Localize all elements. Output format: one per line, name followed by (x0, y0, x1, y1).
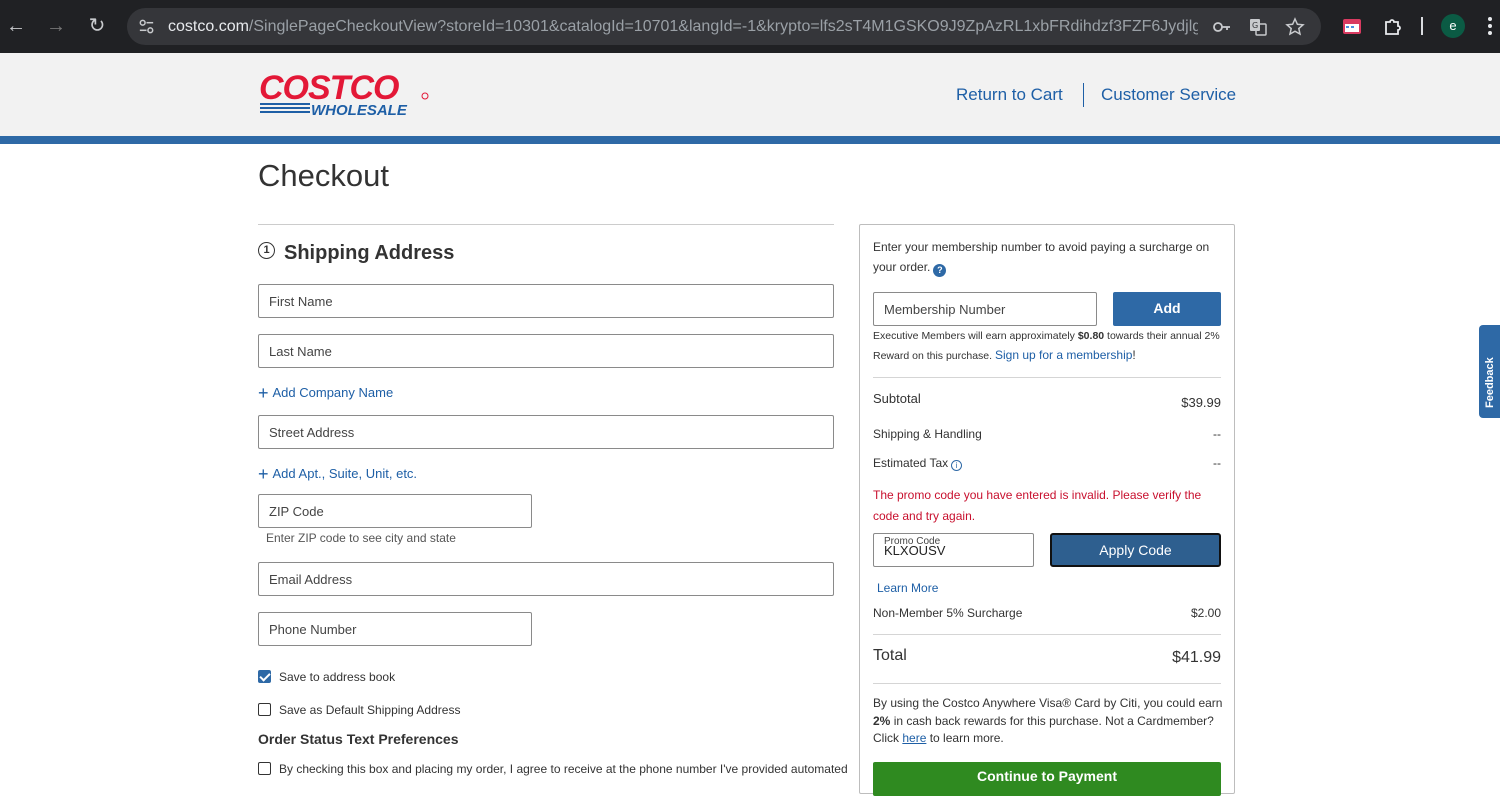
forward-icon[interactable]: → (43, 13, 69, 39)
promo-code-value[interactable]: KLXOUSV (884, 543, 945, 558)
profile-avatar[interactable]: e (1441, 14, 1465, 38)
return-to-cart-link[interactable]: Return to Cart (956, 85, 1063, 105)
address-bar[interactable]: costco.com/SinglePageCheckoutView?storeI… (127, 8, 1321, 45)
browser-menu-icon[interactable] (1483, 14, 1497, 38)
back-icon[interactable]: ← (3, 13, 29, 39)
site-header (0, 53, 1500, 136)
shipping-handling-value: -- (1213, 427, 1221, 441)
summary-divider (873, 377, 1221, 378)
first-name-input[interactable] (259, 285, 833, 317)
sms-consent-checkbox[interactable] (258, 762, 271, 775)
visa-promo-text: By using the Costco Anywhere Visa® Card … (873, 695, 1223, 748)
subtotal-value: $39.99 (1181, 395, 1221, 410)
last-name-input[interactable] (259, 335, 833, 367)
membership-prompt-text: Enter your membership number to avoid pa… (873, 240, 1210, 274)
total-value: $41.99 (1172, 649, 1221, 666)
email-field[interactable] (258, 562, 834, 596)
promo-error-message: The promo code you have entered is inval… (873, 488, 1202, 523)
zip-hint: Enter ZIP code to see city and state (266, 531, 456, 545)
zip-code-field[interactable] (258, 494, 532, 528)
header-accent-bar (0, 136, 1500, 144)
plus-icon: + (258, 383, 269, 403)
surcharge-label: Non-Member 5% Surcharge (873, 606, 1023, 620)
visa-here-link[interactable]: here (902, 731, 926, 745)
costco-logo[interactable]: COSTCO WHOLESALE (259, 72, 431, 118)
last-name-field[interactable] (258, 334, 834, 368)
membership-prompt: Enter your membership number to avoid pa… (873, 237, 1223, 277)
header-divider (1083, 83, 1084, 107)
feedback-label: Feedback (1484, 357, 1496, 408)
zip-code-input[interactable] (259, 495, 531, 527)
membership-number-input[interactable] (874, 293, 1096, 325)
street-address-input[interactable] (259, 416, 833, 448)
surcharge-value: $2.00 (1190, 606, 1221, 620)
subtotal-label: Subtotal (873, 391, 921, 406)
reload-icon[interactable]: ↻ (84, 13, 110, 39)
sms-consent-label[interactable]: By checking this box and placing my orde… (279, 762, 848, 776)
continue-to-payment-button[interactable]: Continue to Payment (873, 762, 1221, 796)
exec-note-pre: Executive Members will earn approximatel… (873, 330, 1075, 342)
toolbar-separator (1421, 17, 1423, 35)
extension-calendar-icon[interactable] (1340, 14, 1364, 38)
signup-membership-link[interactable]: Sign up for a membership (995, 348, 1132, 362)
phone-field[interactable] (258, 612, 532, 646)
page-title: Checkout (258, 158, 389, 193)
feedback-tab[interactable]: Feedback (1479, 325, 1500, 418)
url-host: costco.com (168, 18, 249, 35)
estimated-tax-text: Estimated Tax (873, 456, 949, 470)
add-apt-link[interactable]: + Add Apt., Suite, Unit, etc. (258, 464, 417, 485)
add-company-label: Add Company Name (272, 385, 394, 400)
step-number-badge: 1 (258, 242, 275, 259)
visa-reward-percent: 2% (873, 713, 891, 728)
help-icon[interactable]: ? (933, 264, 947, 277)
add-company-link[interactable]: + Add Company Name (258, 383, 393, 404)
shipping-address-heading: Shipping Address (284, 242, 455, 264)
site-settings-icon[interactable] (137, 17, 156, 36)
first-name-field[interactable] (258, 284, 834, 318)
learn-more-link[interactable]: Learn More (877, 581, 938, 595)
shipping-handling-label: Shipping & Handling (873, 427, 982, 441)
visa-divider (873, 683, 1221, 684)
extensions-puzzle-icon[interactable] (1381, 14, 1405, 38)
exec-reward-amount: $0.80 (1077, 330, 1105, 342)
email-input[interactable] (259, 563, 833, 595)
signup-suffix: ! (1132, 348, 1136, 362)
total-divider (873, 634, 1221, 635)
apply-code-button[interactable]: Apply Code (1050, 533, 1221, 567)
section-divider (258, 224, 834, 225)
save-address-book-checkbox[interactable] (258, 670, 271, 683)
phone-input[interactable] (259, 613, 531, 645)
promo-code-field[interactable]: Promo Code KLXOUSV (873, 533, 1034, 567)
browser-toolbar: ← → ↻ costco.com/SinglePageCheckoutView?… (0, 0, 1500, 53)
visa-text-pre: By using the Costco Anywhere Visa® Card … (873, 696, 1223, 710)
estimated-tax-label: Estimated Tax i (873, 456, 963, 471)
visa-text-post: to learn more. (929, 731, 1004, 745)
save-default-label[interactable]: Save as Default Shipping Address (279, 703, 460, 717)
url-path: /SinglePageCheckoutView?storeId=10301&ca… (248, 18, 1198, 35)
url-text: costco.com/SinglePageCheckoutView?storeI… (168, 18, 1198, 36)
save-default-checkbox[interactable] (258, 703, 271, 716)
save-address-book-label[interactable]: Save to address book (279, 670, 395, 684)
membership-number-field[interactable] (873, 292, 1097, 326)
svg-text:WHOLESALE: WHOLESALE (311, 102, 408, 118)
executive-member-note: Executive Members will earn approximatel… (873, 327, 1223, 366)
customer-service-link[interactable]: Customer Service (1101, 85, 1236, 105)
order-status-heading: Order Status Text Preferences (258, 731, 459, 747)
translate-icon[interactable]: G (1248, 17, 1268, 37)
total-label: Total (873, 647, 907, 664)
add-membership-button[interactable]: Add (1113, 292, 1221, 326)
plus-icon: + (258, 464, 269, 484)
estimated-tax-value: -- (1213, 456, 1221, 470)
key-icon[interactable] (1212, 17, 1232, 37)
bookmark-star-icon[interactable] (1285, 17, 1305, 37)
street-address-field[interactable] (258, 415, 834, 449)
info-icon[interactable]: i (951, 460, 963, 471)
svg-text:G: G (1252, 21, 1258, 30)
add-apt-label: Add Apt., Suite, Unit, etc. (272, 466, 418, 481)
